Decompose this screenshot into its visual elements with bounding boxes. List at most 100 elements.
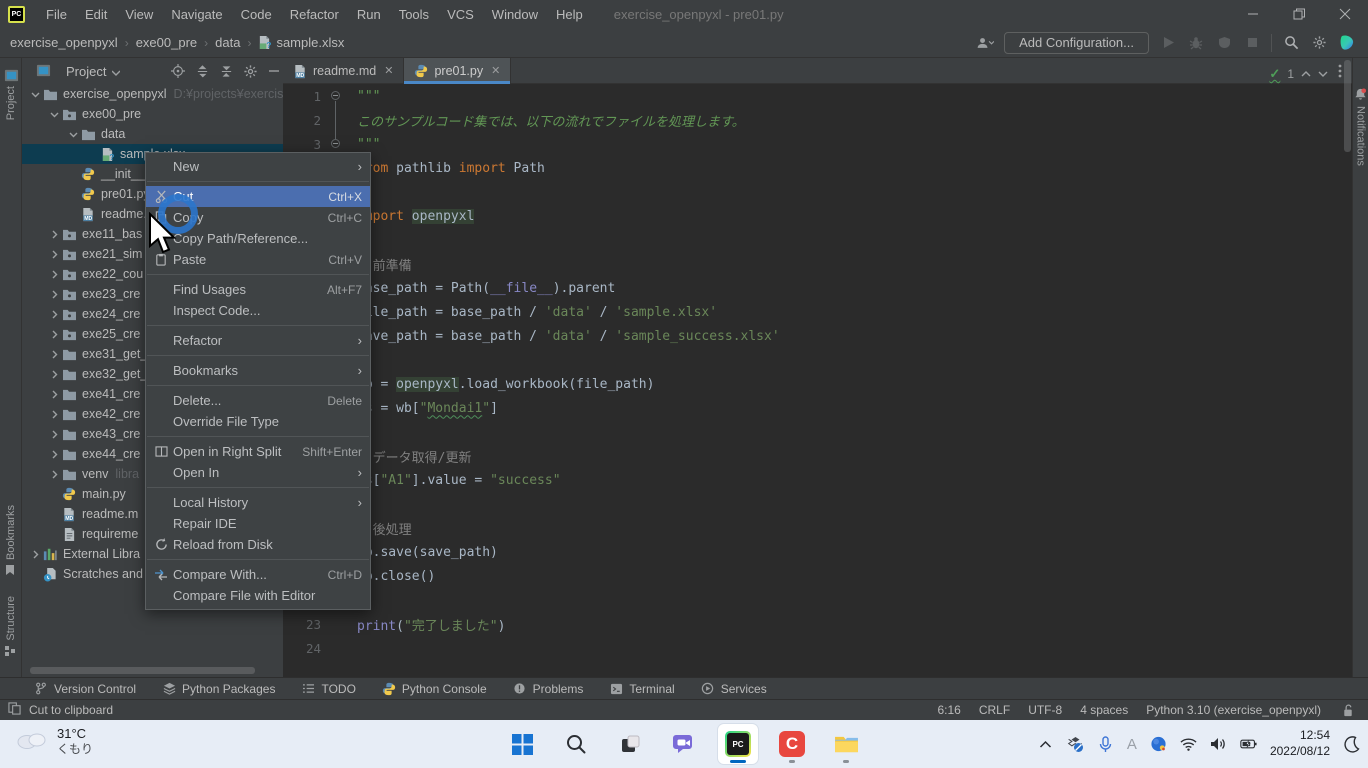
user-icon[interactable] [976,34,994,52]
menu-item-bookmarks[interactable]: Bookmarks› [146,360,370,381]
tab-readme-md[interactable]: MDreadme.md✕ [283,58,404,83]
ime-indicator[interactable]: A [1127,736,1137,753]
chevron-right-icon[interactable] [47,307,61,321]
menu-navigate[interactable]: Navigate [162,3,231,26]
menu-edit[interactable]: Edit [76,3,116,26]
tool-strip-button-notifications[interactable]: Notifications [1354,84,1368,166]
toolwindow-terminal[interactable]: Terminal [609,682,674,696]
close-icon[interactable] [1322,0,1368,28]
menu-tools[interactable]: Tools [390,3,438,26]
menu-item-delete-[interactable]: Delete...Delete [146,390,370,411]
add-configuration-button[interactable]: Add Configuration... [1004,32,1149,54]
taskbar-app-taskview[interactable] [610,724,650,764]
menu-view[interactable]: View [116,3,162,26]
gradient-play-icon[interactable] [1338,34,1356,52]
collapse-all-icon[interactable] [217,62,235,80]
project-view-label[interactable]: Project [66,64,106,79]
menu-item-repair-ide[interactable]: Repair IDE [146,513,370,534]
toolwindow-python-console[interactable]: Python Console [382,682,487,696]
tree-item-exercise-openpyxl[interactable]: exercise_openpyxlD:¥projects¥exercise_op [22,84,283,104]
dropbox-icon[interactable] [1067,736,1084,753]
chevron-right-icon[interactable] [47,247,61,261]
toolwindow-version-control[interactable]: Version Control [34,682,136,696]
tool-strip-button-project[interactable]: Project [4,64,18,120]
tree-item-data[interactable]: data [22,124,283,144]
moon-icon[interactable] [1343,736,1360,753]
breadcrumb-item[interactable]: ?sample.xlsx [258,35,344,50]
chevron-right-icon[interactable] [47,367,61,381]
status-item[interactable]: 4 spaces [1080,703,1128,717]
settings-gear-icon[interactable] [1310,34,1328,52]
minimize-icon[interactable] [1230,0,1276,28]
code-area[interactable]: 1"""2このサンプルコード集では、以下の流れでファイルを処理します。3"""4… [283,84,1352,660]
chevron-right-icon[interactable] [47,287,61,301]
menu-item-local-history[interactable]: Local History› [146,492,370,513]
menu-vcs[interactable]: VCS [438,3,483,26]
run-icon[interactable] [1159,34,1177,52]
breadcrumb-item[interactable]: data [215,35,240,50]
menu-item-open-in[interactable]: Open In› [146,462,370,483]
stop-icon[interactable] [1243,34,1261,52]
chevron-right-icon[interactable] [47,447,61,461]
fold-marker[interactable] [331,139,340,148]
microphone-icon[interactable] [1097,736,1114,753]
menu-code[interactable]: Code [232,3,281,26]
inspections-widget[interactable]: ✓ 1 [1269,66,1328,82]
fold-marker[interactable] [331,91,340,100]
volume-icon[interactable] [1210,736,1227,753]
menu-item-new[interactable]: New› [146,156,370,177]
menu-window[interactable]: Window [483,3,547,26]
editor-scrollbar[interactable] [1344,60,1351,152]
menu-run[interactable]: Run [348,3,390,26]
toolwindow-python-packages[interactable]: Python Packages [162,682,275,696]
tool-strip-button-structure[interactable]: Structure [4,596,18,663]
tab-close-icon[interactable]: ✕ [384,64,393,77]
prev-problem-icon[interactable] [1301,67,1311,81]
restore-icon[interactable] [1276,0,1322,28]
debug-icon[interactable] [1187,34,1205,52]
wifi-icon[interactable] [1180,736,1197,753]
chevron-down-icon[interactable] [47,107,61,121]
menu-item-compare-with-[interactable]: Compare With...Ctrl+D [146,564,370,585]
menu-item-inspect-code-[interactable]: Inspect Code... [146,300,370,321]
tree-item-exe00-pre[interactable]: exe00_pre [22,104,283,124]
horizontal-scrollbar[interactable] [30,667,255,674]
taskbar-app-chat[interactable] [664,724,704,764]
status-item[interactable]: Python 3.10 (exercise_openpyxl) [1146,703,1321,717]
chevron-right-icon[interactable] [47,407,61,421]
chevron-right-icon[interactable] [47,267,61,281]
taskbar-app-searchwin[interactable] [556,724,596,764]
status-item[interactable]: CRLF [979,703,1010,717]
tray-chevron-icon[interactable] [1037,736,1054,753]
status-item[interactable]: 6:16 [937,703,960,717]
tab-close-icon[interactable]: ✕ [491,64,500,77]
locate-file-icon[interactable] [169,62,187,80]
app-sphere-icon[interactable] [1150,736,1167,753]
expand-all-icon[interactable] [193,62,211,80]
menu-item-open-in-right-split[interactable]: Open in Right SplitShift+Enter [146,441,370,462]
menu-item-compare-file-with-editor[interactable]: Compare File with Editor [146,585,370,606]
chevron-right-icon[interactable] [28,547,42,561]
toolwindow-todo[interactable]: TODO [301,682,355,696]
breadcrumb-item[interactable]: exercise_openpyxl [10,35,118,50]
menu-item-reload-from-disk[interactable]: Reload from Disk [146,534,370,555]
tool-strip-button-bookmarks[interactable]: Bookmarks [4,505,18,582]
menu-refactor[interactable]: Refactor [281,3,348,26]
menu-item-override-file-type[interactable]: Override File Type [146,411,370,432]
hide-panel-icon[interactable] [265,62,283,80]
search-icon[interactable] [1282,34,1300,52]
chevron-right-icon[interactable] [47,227,61,241]
status-item[interactable]: UTF-8 [1028,703,1062,717]
menu-file[interactable]: File [37,3,76,26]
next-problem-icon[interactable] [1318,67,1328,81]
chevron-down-icon[interactable] [28,87,42,101]
coverage-icon[interactable] [1215,34,1233,52]
chevron-right-icon[interactable] [47,467,61,481]
taskbar-app-explorer[interactable] [826,724,866,764]
chevron-right-icon[interactable] [47,347,61,361]
taskbar-app-pycharm[interactable]: PC [718,724,758,764]
chevron-down-icon[interactable] [66,127,80,141]
chevron-right-icon[interactable] [47,387,61,401]
battery-icon[interactable] [1240,736,1257,753]
taskbar-app-camtasia[interactable]: C [772,724,812,764]
